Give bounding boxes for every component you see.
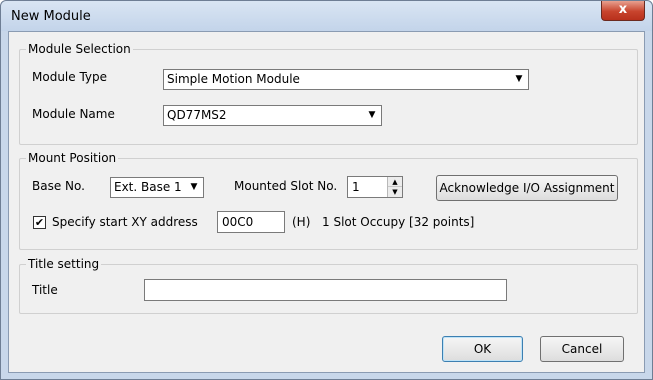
- title-setting-group: Title setting Title: [19, 257, 638, 314]
- acknowledge-io-assignment-button[interactable]: Acknowledge I/O Assignment: [436, 175, 618, 201]
- title-input[interactable]: [144, 279, 507, 301]
- module-type-value: Simple Motion Module: [167, 72, 300, 86]
- mount-position-group: Mount Position Base No. Ext. Base 1 ▼ Mo…: [19, 151, 638, 250]
- module-name-label: Module Name: [32, 107, 115, 121]
- mounted-slot-value: 1: [352, 180, 360, 194]
- spin-up-icon[interactable]: ▲: [388, 177, 402, 187]
- spin-buttons: ▲ ▼: [387, 177, 402, 197]
- window-title: New Module: [11, 9, 91, 24]
- module-type-select[interactable]: Simple Motion Module ▼: [163, 69, 529, 90]
- hex-label: (H): [292, 215, 311, 229]
- mounted-slot-label: Mounted Slot No.: [234, 179, 338, 193]
- title-label: Title: [32, 283, 58, 297]
- close-icon: x: [618, 2, 628, 17]
- chevron-down-icon: ▼: [190, 182, 198, 192]
- specify-start-xy-checkbox[interactable]: ✔: [33, 216, 46, 229]
- chevron-down-icon: ▼: [368, 110, 376, 120]
- slot-occupy-text: 1 Slot Occupy [32 points]: [322, 215, 475, 229]
- start-address-value: 00C0: [222, 215, 254, 229]
- module-name-value: QD77MS2: [167, 108, 227, 122]
- dialog-body: Module Selection Module Type Simple Moti…: [8, 31, 645, 373]
- title-setting-legend: Title setting: [26, 257, 102, 271]
- mounted-slot-spinner[interactable]: 1 ▲ ▼: [347, 176, 403, 198]
- close-button[interactable]: x: [601, 1, 645, 21]
- start-address-input[interactable]: 00C0: [217, 211, 285, 233]
- chevron-down-icon: ▼: [515, 74, 523, 84]
- base-no-value: Ext. Base 1: [114, 180, 182, 194]
- module-type-label: Module Type: [32, 70, 108, 84]
- base-no-select[interactable]: Ext. Base 1 ▼: [110, 177, 204, 198]
- specify-start-xy-label: Specify start XY address: [52, 215, 198, 229]
- mount-position-legend: Mount Position: [26, 151, 119, 165]
- new-module-dialog: New Module x Module Selection Module Typ…: [0, 0, 653, 380]
- module-selection-legend: Module Selection: [26, 42, 133, 56]
- spin-down-icon[interactable]: ▼: [388, 187, 402, 197]
- module-selection-group: Module Selection Module Type Simple Moti…: [19, 42, 638, 145]
- ok-button[interactable]: OK: [442, 336, 523, 362]
- base-no-label: Base No.: [32, 179, 85, 193]
- module-name-select[interactable]: QD77MS2 ▼: [163, 105, 382, 126]
- check-icon: ✔: [34, 216, 45, 229]
- title-bar: New Module x: [1, 1, 652, 31]
- cancel-button[interactable]: Cancel: [540, 336, 624, 362]
